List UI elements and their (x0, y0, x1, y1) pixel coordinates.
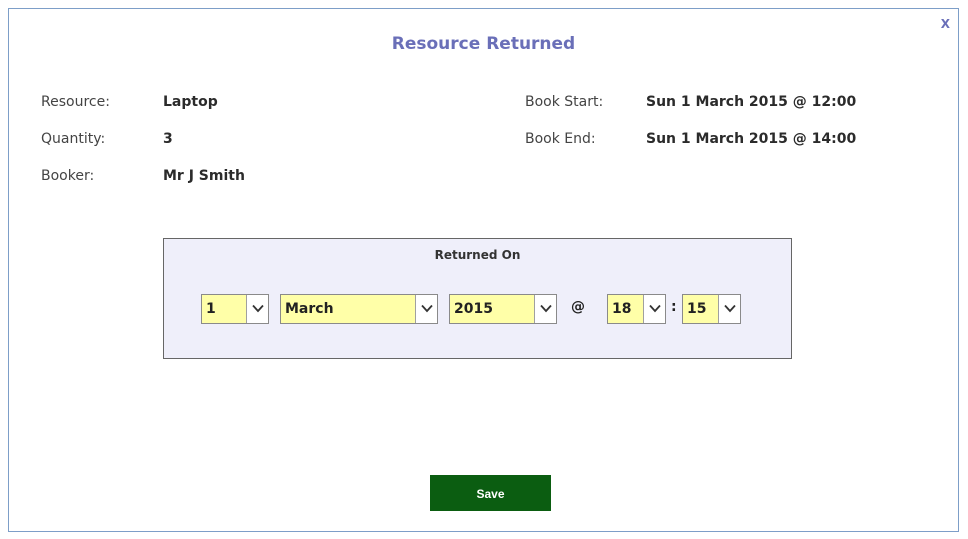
day-select-value: 1 (206, 301, 216, 317)
year-select-value: 2015 (454, 301, 493, 317)
chevron-down-icon (718, 295, 740, 323)
year-select[interactable]: 2015 (449, 294, 557, 324)
month-select[interactable]: March (280, 294, 438, 324)
minute-select-value: 15 (687, 301, 707, 317)
book-end-value: Sun 1 March 2015 @ 14:00 (646, 131, 857, 147)
quantity-label: Quantity: (41, 131, 106, 147)
chevron-down-icon (246, 295, 268, 323)
chevron-down-icon (415, 295, 437, 323)
returned-on-panel: Returned On 1 March 2015 @ 18: 15 (163, 238, 792, 359)
booker-value: Mr J Smith (163, 168, 245, 184)
dialog-title: Resource Returned (391, 34, 576, 54)
save-button[interactable]: Save (430, 475, 551, 511)
day-select[interactable]: 1 (201, 294, 269, 324)
book-end-label: Book End: (525, 131, 596, 147)
chevron-down-icon (534, 295, 556, 323)
booker-label: Booker: (41, 168, 95, 184)
quantity-value: 3 (163, 131, 173, 147)
hour-select-value: 18 (612, 301, 632, 317)
time-separator: : (671, 299, 677, 315)
book-start-label: Book Start: (525, 94, 604, 110)
close-icon[interactable]: X (941, 17, 950, 31)
at-separator: @ (571, 299, 585, 315)
resource-returned-dialog: Resource Returned X Resource: Laptop Qua… (8, 8, 959, 532)
resource-label: Resource: (41, 94, 110, 110)
returned-on-title: Returned On (434, 248, 521, 262)
chevron-down-icon (643, 295, 665, 323)
minute-select[interactable]: 15 (682, 294, 741, 324)
book-start-value: Sun 1 March 2015 @ 12:00 (646, 94, 857, 110)
hour-select[interactable]: 18 (607, 294, 666, 324)
resource-value: Laptop (163, 94, 218, 110)
month-select-value: March (285, 301, 334, 317)
